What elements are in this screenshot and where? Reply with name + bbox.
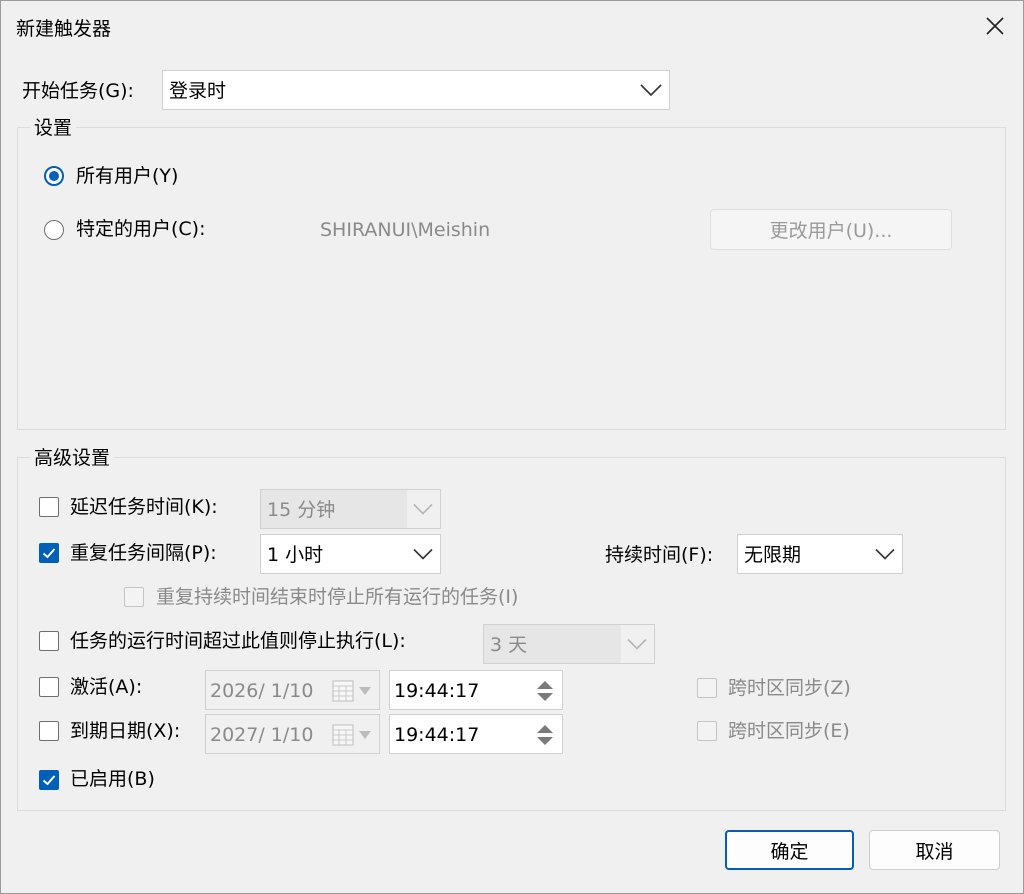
chevron-down-icon (627, 638, 647, 650)
chevron-down-icon (413, 503, 433, 515)
all-users-label[interactable]: 所有用户(Y) (76, 164, 178, 188)
begin-task-value: 登录时 (169, 80, 227, 102)
chevron-down-icon (875, 548, 895, 560)
repeat-label[interactable]: 重复任务间隔(P): (70, 541, 217, 565)
expire-sync-label[interactable]: 跨时区同步(E) (728, 719, 850, 743)
activate-time-value: 19:44:17 (394, 680, 480, 702)
cancel-button[interactable]: 取消 (869, 830, 1000, 870)
delay-label[interactable]: 延迟任务时间(K): (70, 495, 218, 519)
checkmark-icon (42, 548, 56, 559)
stop-longer-value: 3 天 (490, 634, 528, 656)
all-users-radio[interactable] (44, 166, 64, 186)
chevron-down-icon (413, 548, 433, 560)
activate-checkbox[interactable] (39, 677, 59, 697)
user-name-text: SHIRANUI\Meishin (320, 219, 491, 241)
calendar-icon (332, 680, 354, 702)
expire-label[interactable]: 到期日期(X): (70, 719, 180, 743)
expire-date-picker[interactable]: 2027/ 1/10 (205, 714, 380, 754)
activate-date-value: 2026/ 1/10 (210, 680, 314, 702)
repeat-checkbox[interactable] (39, 543, 59, 563)
delay-checkbox[interactable] (39, 497, 59, 517)
expire-checkbox[interactable] (39, 721, 59, 741)
close-icon (986, 17, 1004, 35)
stop-longer-label[interactable]: 任务的运行时间超过此值则停止执行(L): (70, 629, 406, 653)
specific-user-radio[interactable] (44, 220, 64, 240)
repeat-interval-select[interactable]: 1 小时 (260, 534, 441, 574)
close-button[interactable] (968, 0, 1022, 52)
window-title: 新建触发器 (16, 18, 112, 40)
dropdown-arrow-icon (359, 731, 371, 739)
begin-task-select[interactable]: 登录时 (162, 70, 670, 110)
calendar-icon (332, 724, 354, 746)
enabled-label[interactable]: 已启用(B) (70, 767, 155, 791)
repeat-interval-value: 1 小时 (267, 544, 324, 566)
duration-value: 无限期 (744, 544, 802, 566)
expire-time-spinner[interactable]: 19:44:17 (389, 714, 563, 754)
activate-sync-label[interactable]: 跨时区同步(Z) (728, 676, 851, 700)
spinner-arrows-icon[interactable] (534, 722, 556, 748)
stop-longer-checkbox[interactable] (39, 631, 59, 651)
activate-sync-checkbox[interactable] (697, 678, 717, 698)
dropdown-arrow-icon (359, 687, 371, 695)
stop-longer-select[interactable]: 3 天 (483, 624, 655, 664)
specific-user-label[interactable]: 特定的用户(C): (76, 217, 206, 241)
expire-time-value: 19:44:17 (394, 724, 480, 746)
settings-title: 设置 (30, 116, 77, 140)
chevron-down-icon (640, 84, 662, 97)
expire-date-value: 2027/ 1/10 (210, 724, 314, 746)
duration-select[interactable]: 无限期 (737, 534, 903, 574)
advanced-settings-title: 高级设置 (30, 446, 115, 470)
stop-all-checkbox[interactable] (124, 587, 144, 607)
spinner-arrows-icon[interactable] (534, 678, 556, 704)
checkmark-icon (42, 775, 56, 786)
delay-select[interactable]: 15 分钟 (260, 489, 441, 529)
change-user-button[interactable]: 更改用户(U)... (710, 209, 952, 250)
begin-task-label: 开始任务(G): (22, 80, 134, 102)
activate-label[interactable]: 激活(A): (70, 675, 142, 699)
delay-value: 15 分钟 (267, 499, 336, 521)
stop-all-label[interactable]: 重复持续时间结束时停止所有运行的任务(I) (156, 585, 518, 609)
enabled-checkbox[interactable] (39, 770, 59, 790)
ok-button[interactable]: 确定 (725, 830, 854, 870)
activate-time-spinner[interactable]: 19:44:17 (389, 670, 563, 710)
expire-sync-checkbox[interactable] (697, 721, 717, 741)
duration-label: 持续时间(F): (605, 544, 714, 566)
activate-date-picker[interactable]: 2026/ 1/10 (205, 670, 380, 710)
